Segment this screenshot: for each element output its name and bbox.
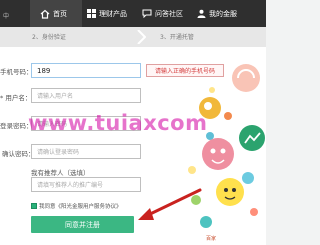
agree-label[interactable]: 我同意《阳光金服用户服务协议》 [39,202,122,210]
confirm-password-input[interactable]: 请确认登录密码 [31,144,141,159]
username-placeholder: 请输入用户名 [37,93,74,100]
nav-label-account: 我的金服 [209,9,237,18]
agree-register-label: 同意并注册 [65,220,100,229]
grid-icon [86,9,96,19]
step-separator-icon [137,30,146,44]
phone-error-text: 请输入正确的手机号码 [154,68,215,75]
username-input[interactable]: 请输入用户名 [31,88,141,103]
referrer-input[interactable]: 请填写推荐人的推广编号 [31,177,141,192]
agree-checkbox[interactable] [31,203,37,209]
confirm-password-label: 确认密码： [2,150,35,158]
username-label: * 用户名： [0,94,32,102]
phone-value: 189 [37,66,51,75]
referrer-label: 我有推荐人（选填） [31,169,90,177]
annotation-arrow-icon [138,188,202,220]
phone-error-message: 请输入正确的手机号码 [146,64,224,77]
watermark-text: www.tuiaxcom [28,111,208,135]
phone-input[interactable]: 189 [31,63,141,78]
nav-label-home: 首页 [53,9,67,18]
nav-item-account[interactable]: 我的金服 [196,0,237,27]
step-3-label: 3、开通托管 [160,34,194,41]
step-2-label: 2、身份验证 [32,34,66,41]
home-icon [40,9,50,19]
nav-label-products: 理财产品 [99,9,127,18]
nav-item-community[interactable]: 问答社区 [142,0,183,27]
confirm-password-placeholder: 请确认登录密码 [37,149,80,156]
referrer-placeholder: 请填写推荐人的推广编号 [37,182,104,189]
logo-text: 中 [3,13,10,20]
agree-register-button[interactable]: 同意并注册 [31,216,134,233]
phone-label: 手机号码： [0,68,33,76]
corner-logo-text: 百家 [206,236,217,242]
nav-label-community: 问答社区 [155,9,183,18]
nav-item-home[interactable]: 首页 [30,0,82,27]
user-icon [196,9,206,19]
step-progress-bar: 2、身份验证 3、开通托管 [0,27,266,47]
nav-item-products[interactable]: 理财产品 [86,0,127,27]
top-nav-bar: 中 首页 理财产品 问答社区 我的金服 [0,0,266,27]
chat-icon [142,9,152,19]
